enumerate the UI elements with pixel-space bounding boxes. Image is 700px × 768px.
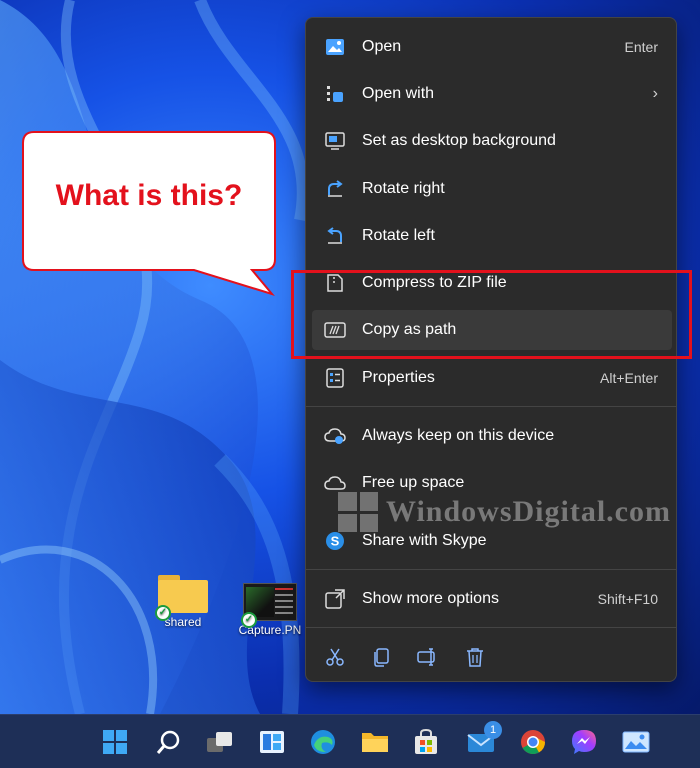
- speech-callout: What is this?: [22, 131, 276, 296]
- store-icon[interactable]: [411, 727, 441, 757]
- menu-item-set-desktop-background[interactable]: Set as desktop background: [312, 121, 672, 161]
- file-explorer-icon[interactable]: [360, 727, 390, 757]
- search-icon[interactable]: [154, 727, 184, 757]
- menu-item-label: Free up space: [362, 474, 465, 491]
- taskbar: 1: [0, 714, 700, 768]
- menu-item-rotate-left[interactable]: Rotate left: [312, 216, 672, 256]
- cut-icon[interactable]: [324, 646, 346, 668]
- menu-item-shortcut: Alt+Enter: [600, 370, 658, 386]
- cloud-keep-icon: [324, 425, 346, 447]
- delete-icon[interactable]: [464, 646, 486, 668]
- callout-text: What is this?: [55, 179, 243, 212]
- desktop-icon-capture[interactable]: ✓ Capture.PN: [230, 583, 310, 637]
- mail-icon[interactable]: 1: [466, 721, 502, 757]
- menu-separator: [306, 627, 676, 628]
- rotate-right-icon: [324, 178, 346, 200]
- menu-item-open-with[interactable]: Open with ›: [312, 74, 672, 114]
- start-icon[interactable]: [100, 727, 130, 757]
- more-options-icon: [324, 588, 346, 610]
- menu-item-label: Properties: [362, 369, 435, 386]
- menu-item-copy-as-path[interactable]: Copy as path: [312, 310, 672, 350]
- zip-icon: [324, 272, 346, 294]
- mail-badge: 1: [484, 721, 502, 739]
- open-with-icon: [324, 83, 346, 105]
- menu-item-rotate-right[interactable]: Rotate right: [312, 169, 672, 209]
- edge-icon[interactable]: [308, 727, 338, 757]
- image-icon: [324, 36, 346, 58]
- menu-quick-actions: [314, 636, 674, 676]
- context-menu: Open Enter Open with › Set as desktop ba…: [305, 17, 677, 682]
- menu-separator: [306, 569, 676, 570]
- copy-icon[interactable]: [370, 646, 392, 668]
- menu-item-label: Show more options: [362, 590, 499, 607]
- task-view-icon[interactable]: [205, 727, 235, 757]
- copy-path-icon: [324, 319, 346, 341]
- widgets-icon[interactable]: [257, 727, 287, 757]
- desktop-icon-label: shared: [164, 615, 202, 629]
- photos-icon[interactable]: [621, 727, 651, 757]
- svg-text:S: S: [331, 534, 340, 549]
- menu-item-open[interactable]: Open Enter: [312, 27, 672, 67]
- menu-item-label: Always keep on this device: [362, 427, 555, 444]
- menu-item-shortcut: Enter: [624, 39, 658, 55]
- menu-item-share-skype[interactable]: S Share with Skype: [312, 521, 672, 561]
- desktop-background-icon: [324, 130, 346, 152]
- messenger-icon[interactable]: [569, 727, 599, 757]
- menu-item-label: Rotate right: [362, 180, 445, 197]
- menu-item-free-up-space[interactable]: Free up space: [312, 463, 672, 503]
- cloud-icon: [324, 472, 346, 494]
- properties-icon: [324, 367, 346, 389]
- menu-item-properties[interactable]: Properties Alt+Enter: [312, 358, 672, 398]
- menu-item-label: Rotate left: [362, 227, 435, 244]
- image-thumbnail-icon: ✓: [241, 583, 297, 628]
- sync-check-icon: ✓: [155, 605, 171, 621]
- menu-item-show-more-options[interactable]: Show more options Shift+F10: [312, 579, 672, 619]
- menu-item-label: Share with Skype: [362, 532, 487, 549]
- menu-item-label: Set as desktop background: [362, 132, 556, 149]
- menu-item-shortcut: Shift+F10: [597, 591, 658, 607]
- menu-separator: [306, 406, 676, 407]
- rotate-left-icon: [324, 225, 346, 247]
- menu-item-label: Copy as path: [362, 321, 457, 338]
- menu-item-always-keep[interactable]: Always keep on this device: [312, 416, 672, 456]
- menu-item-label: Open with: [362, 85, 435, 102]
- sync-check-icon: ✓: [241, 612, 257, 628]
- skype-icon: S: [324, 530, 346, 552]
- chevron-right-icon: ›: [652, 85, 658, 102]
- menu-item-label: Compress to ZIP file: [362, 274, 507, 291]
- rename-icon[interactable]: [417, 646, 439, 668]
- folder-icon: ✓: [155, 575, 208, 621]
- desktop-icon-shared[interactable]: ✓ shared: [143, 575, 223, 629]
- menu-item-label: Open: [362, 38, 402, 55]
- menu-item-compress-zip[interactable]: Compress to ZIP file: [312, 263, 672, 303]
- chrome-icon[interactable]: [518, 727, 548, 757]
